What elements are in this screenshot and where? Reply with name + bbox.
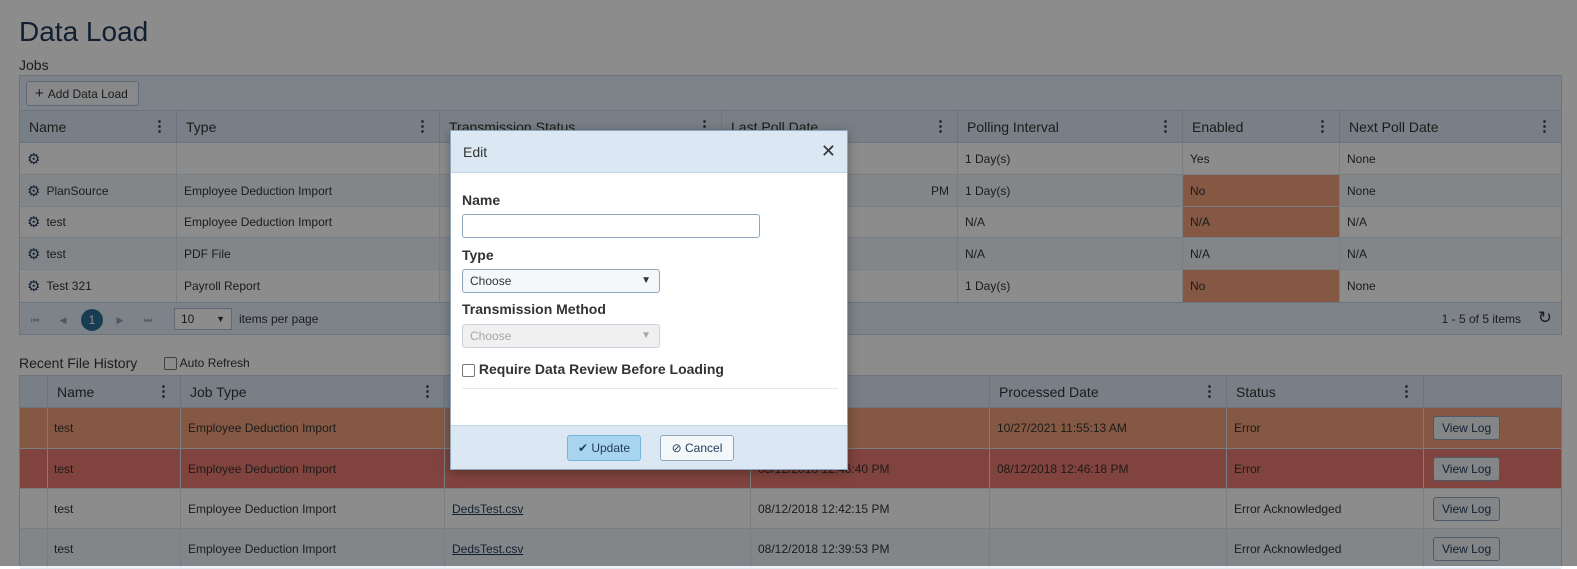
update-button[interactable]: ✔ Update	[567, 435, 641, 461]
review-label: Require Data Review Before Loading	[478, 361, 724, 377]
caret-down-icon: ▼	[641, 330, 651, 341]
transmission-method-label: Transmission Method	[462, 301, 606, 317]
dialog-divider	[462, 388, 838, 389]
name-label: Name	[462, 192, 501, 208]
name-input[interactable]	[462, 214, 760, 238]
close-icon[interactable]: ✕	[821, 141, 836, 162]
dialog-title: Edit	[463, 144, 488, 160]
type-select[interactable]: Choose ▼	[462, 269, 660, 293]
dialog-title-bar: Edit ✕	[451, 131, 847, 173]
caret-down-icon: ▼	[641, 275, 651, 286]
update-button-label: Update	[591, 441, 631, 455]
cancel-button[interactable]: ⊘ Cancel	[660, 435, 734, 461]
transmission-method-value: Choose	[470, 329, 512, 343]
check-icon: ✔	[577, 441, 588, 455]
transmission-method-select: Choose ▼	[462, 324, 660, 348]
dialog-footer: ✔ Update ⊘ Cancel	[451, 425, 847, 469]
type-label: Type	[462, 247, 494, 263]
review-toggle[interactable]: Require Data Review Before Loading	[462, 361, 724, 377]
edit-dialog: Edit ✕ Name Type Choose ▼ Transmission M…	[450, 130, 848, 470]
review-checkbox[interactable]	[462, 363, 475, 377]
cancel-icon: ⊘	[671, 441, 682, 455]
type-select-value: Choose	[470, 274, 512, 288]
cancel-button-label: Cancel	[685, 441, 723, 455]
